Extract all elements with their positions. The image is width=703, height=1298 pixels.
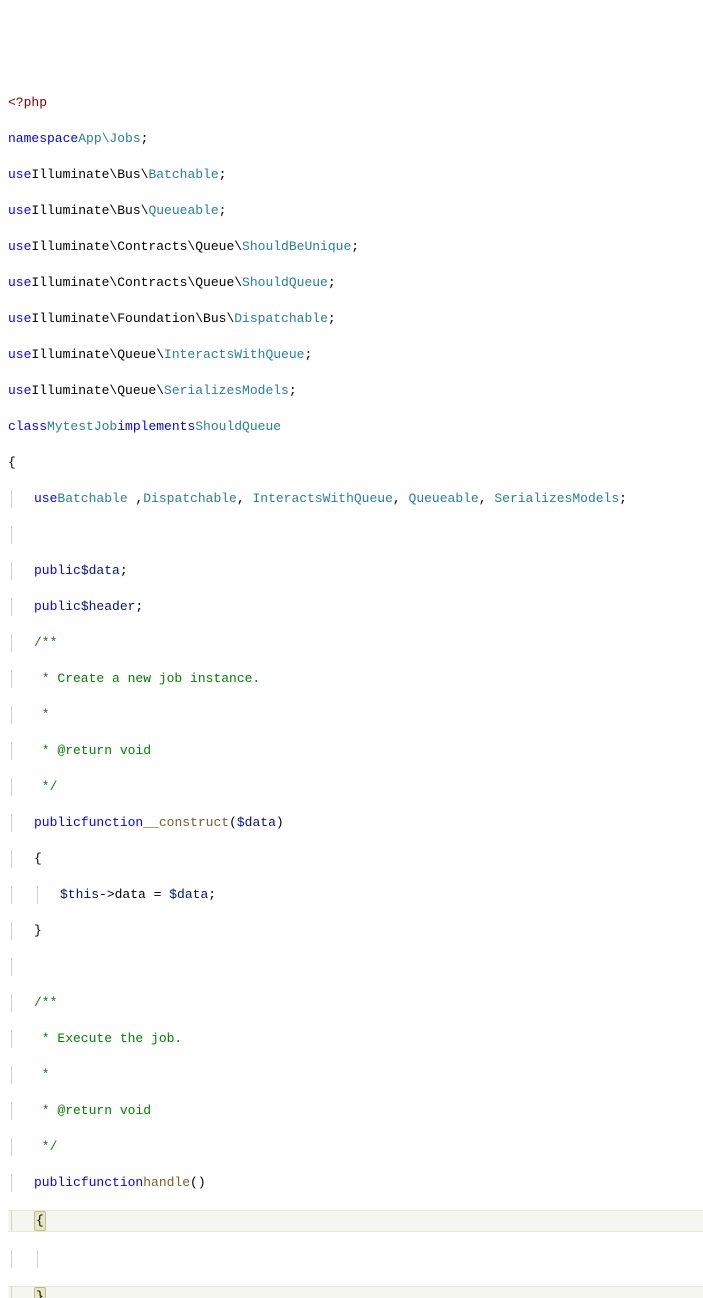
code-line: */ xyxy=(8,1138,703,1156)
code-line: use Illuminate\Foundation\Bus\Dispatchab… xyxy=(8,310,703,328)
code-line: * xyxy=(8,706,703,724)
code-editor[interactable]: <?php namespace App\Jobs; use Illuminate… xyxy=(8,76,703,1298)
code-line: use Batchable ,Dispatchable, InteractsWi… xyxy=(8,490,703,508)
code-line: { xyxy=(8,850,703,868)
code-line: * xyxy=(8,1066,703,1084)
code-line: public $data; xyxy=(8,562,703,580)
code-line: public function __construct($data) xyxy=(8,814,703,832)
code-line: * Execute the job. xyxy=(8,1030,703,1048)
code-line: use Illuminate\Queue\InteractsWithQueue; xyxy=(8,346,703,364)
code-line: class MytestJob implements ShouldQueue xyxy=(8,418,703,436)
code-line: { xyxy=(8,1210,703,1232)
code-line: /** xyxy=(8,634,703,652)
code-line: } xyxy=(8,1286,703,1298)
code-line xyxy=(8,526,703,544)
code-line: * @return void xyxy=(8,1102,703,1120)
code-line: */ xyxy=(8,778,703,796)
code-line: } xyxy=(8,922,703,940)
code-line: use Illuminate\Contracts\Queue\ShouldBeU… xyxy=(8,238,703,256)
code-line xyxy=(8,1250,703,1268)
code-line: public $header; xyxy=(8,598,703,616)
code-line: namespace App\Jobs; xyxy=(8,130,703,148)
code-line: <?php xyxy=(8,94,703,112)
code-line: use Illuminate\Queue\SerializesModels; xyxy=(8,382,703,400)
code-line: /** xyxy=(8,994,703,1012)
matching-brace-open: { xyxy=(34,1211,46,1231)
code-line: public function handle() xyxy=(8,1174,703,1192)
code-line xyxy=(8,958,703,976)
matching-brace-close: } xyxy=(34,1287,46,1298)
code-line: use Illuminate\Bus\Batchable; xyxy=(8,166,703,184)
code-line: * Create a new job instance. xyxy=(8,670,703,688)
code-line: use Illuminate\Bus\Queueable; xyxy=(8,202,703,220)
code-line: { xyxy=(8,454,703,472)
code-line: use Illuminate\Contracts\Queue\ShouldQue… xyxy=(8,274,703,292)
code-line: * @return void xyxy=(8,742,703,760)
code-line: $this->data = $data; xyxy=(8,886,703,904)
